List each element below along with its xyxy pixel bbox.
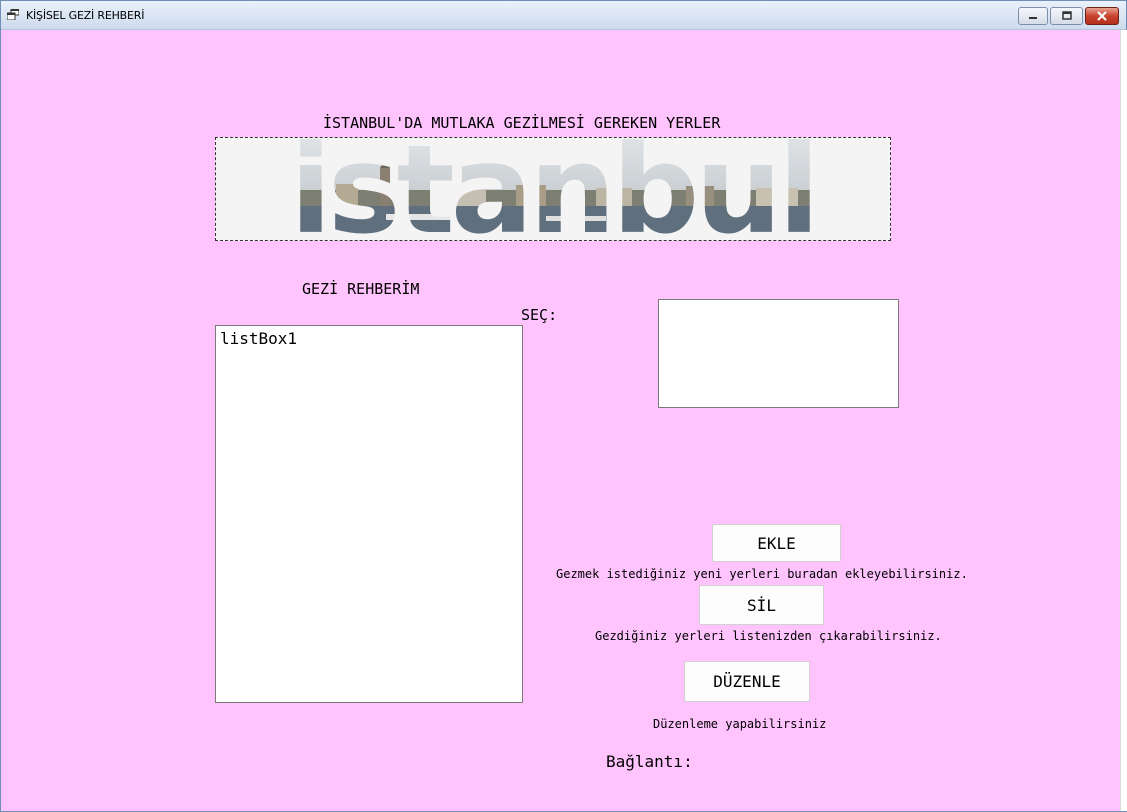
- istanbul-banner-image: istanbul istanbul: [215, 137, 891, 241]
- app-window-icon: [7, 9, 19, 20]
- window-border-strip: [1120, 30, 1127, 811]
- minimize-icon: [1029, 17, 1037, 19]
- maximize-button[interactable]: [1050, 7, 1083, 25]
- add-button[interactable]: EKLE: [712, 524, 841, 562]
- page-heading: İSTANBUL'DA MUTLAKA GEZİLMESİ GEREKEN YE…: [323, 114, 721, 132]
- list-item[interactable]: listBox1: [220, 329, 297, 348]
- window-title: KİŞİSEL GEZİ REHBERİ: [26, 9, 145, 22]
- istanbul-skyline-picture: istanbul: [216, 138, 890, 240]
- select-label: SEÇ:: [521, 306, 558, 324]
- close-button[interactable]: [1085, 7, 1119, 25]
- maximize-icon: [1061, 11, 1072, 20]
- minimize-button[interactable]: [1018, 7, 1048, 25]
- guide-label: GEZİ REHBERİM: [302, 280, 420, 298]
- link-label: Bağlantı:: [606, 752, 693, 771]
- delete-hint: Gezdiğiniz yerleri listenizden çıkarabil…: [595, 629, 942, 643]
- add-hint: Gezmek istediğiniz yeni yerleri buradan …: [556, 567, 968, 581]
- delete-button[interactable]: SİL: [699, 585, 824, 625]
- close-icon: [1097, 11, 1107, 21]
- title-bar[interactable]: KİŞİSEL GEZİ REHBERİ: [1, 1, 1126, 30]
- place-input[interactable]: [658, 299, 899, 408]
- places-listbox[interactable]: listBox1: [215, 325, 523, 703]
- edit-hint: Düzenleme yapabilirsiniz: [653, 717, 827, 731]
- edit-button[interactable]: DÜZENLE: [684, 661, 810, 702]
